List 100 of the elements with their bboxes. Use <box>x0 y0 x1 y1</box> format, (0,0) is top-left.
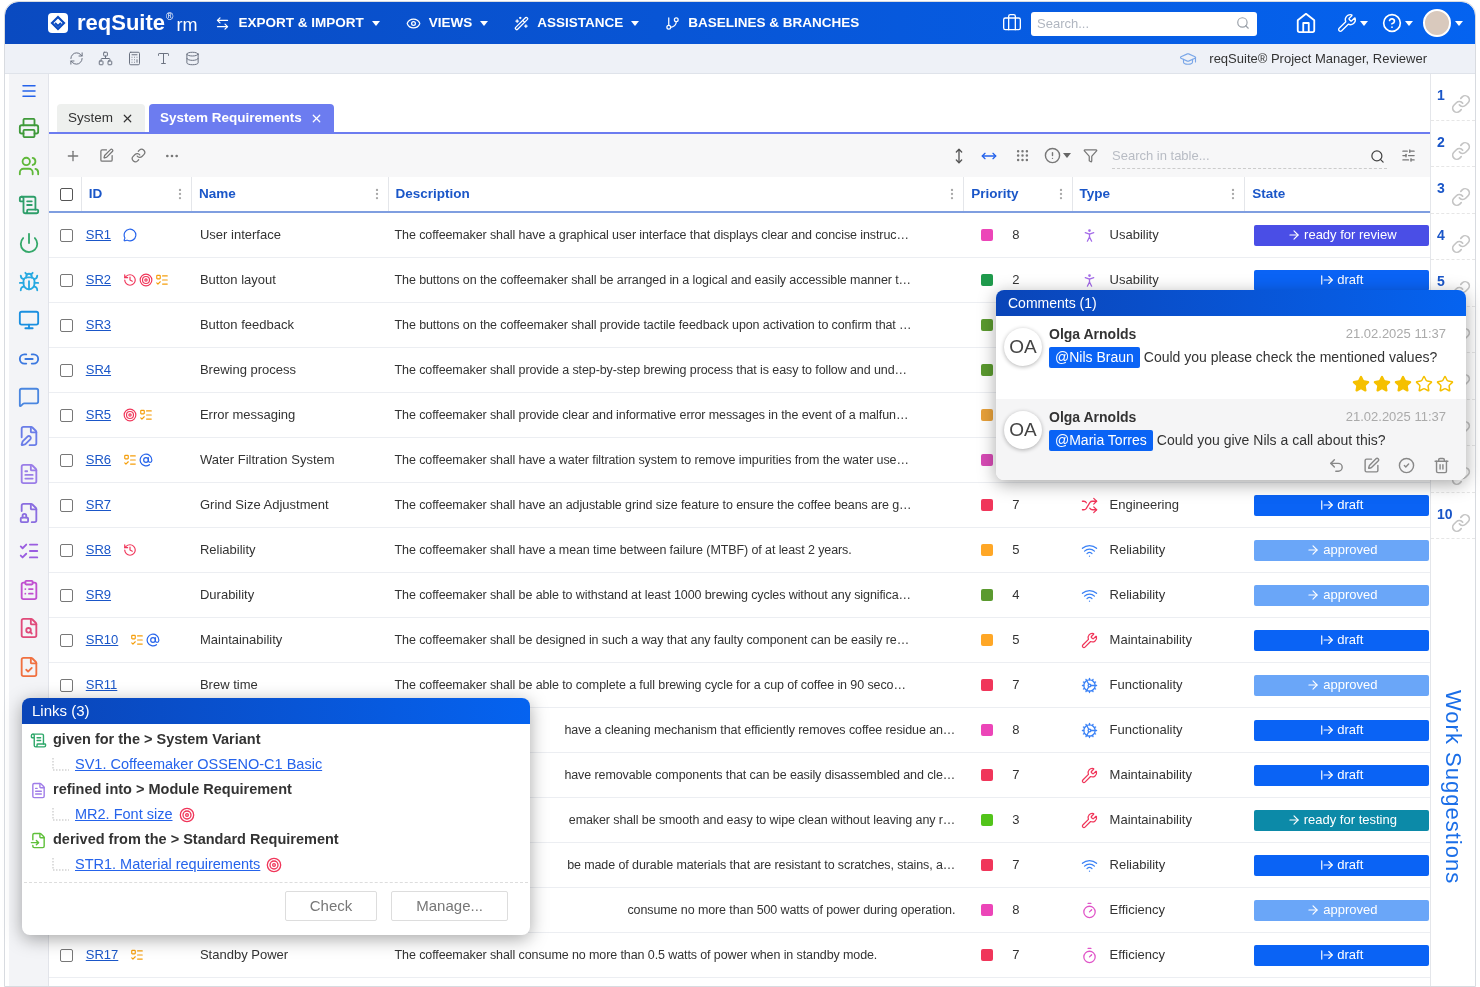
briefcase-icon[interactable] <box>1002 13 1022 33</box>
refresh-icon[interactable] <box>69 51 84 66</box>
resolve-icon[interactable] <box>1398 457 1415 474</box>
column-header[interactable]: Description <box>395 183 470 205</box>
link-count[interactable]: 1 <box>1437 88 1445 102</box>
checkbox[interactable] <box>60 408 74 422</box>
state-button[interactable]: draft <box>1254 719 1430 741</box>
checkbox[interactable] <box>60 498 74 512</box>
scroll-icon[interactable] <box>17 193 40 216</box>
task-list-icon[interactable] <box>130 948 145 962</box>
requirement-link[interactable]: SR11 <box>85 675 118 695</box>
nav-menu[interactable]: EXPORT & IMPORT <box>215 12 380 34</box>
link-count[interactable]: 4 <box>1437 227 1445 242</box>
state-button[interactable]: draft <box>1254 629 1430 651</box>
task-list-icon[interactable] <box>139 408 154 422</box>
star-icon[interactable] <box>1394 375 1412 393</box>
requirement-link[interactable]: SR2 <box>85 270 112 290</box>
dialog-button[interactable]: Manage... <box>391 891 508 921</box>
column-header[interactable]: Priority <box>971 183 1019 205</box>
state-button[interactable]: draft <box>1254 944 1430 966</box>
checkbox[interactable] <box>60 453 74 467</box>
bug-icon[interactable] <box>17 270 40 293</box>
checkbox[interactable] <box>60 678 74 692</box>
star-icon[interactable] <box>1415 375 1433 393</box>
requirement-link[interactable]: SR4 <box>85 360 112 380</box>
column-header[interactable]: Name <box>199 183 236 205</box>
checkbox[interactable] <box>60 273 74 287</box>
task-list-icon[interactable] <box>130 633 145 647</box>
link-count[interactable]: 3 <box>1437 181 1445 195</box>
star-icon[interactable] <box>1373 375 1391 393</box>
checkbox[interactable] <box>60 318 74 332</box>
linked-requirement[interactable]: MR2. Font size <box>75 804 173 826</box>
requirement-link[interactable]: SR7 <box>85 495 112 515</box>
checkbox[interactable] <box>60 588 74 602</box>
requirement-link[interactable]: SR1 <box>85 225 112 245</box>
target-icon[interactable] <box>123 408 138 422</box>
menu-icon[interactable] <box>19 82 38 100</box>
tab[interactable]: System Requirements <box>149 104 334 132</box>
state-button[interactable]: draft <box>1254 854 1430 876</box>
clear-filter-icon[interactable] <box>1083 148 1098 163</box>
requirement-link[interactable]: SR10 <box>85 630 119 650</box>
account-menu[interactable] <box>1423 9 1463 37</box>
reply-icon[interactable] <box>1328 457 1345 474</box>
help-menu[interactable] <box>1382 13 1413 33</box>
monitor-icon[interactable] <box>17 309 40 331</box>
star-icon[interactable] <box>1352 375 1370 393</box>
grid-dots-icon[interactable] <box>1015 148 1030 163</box>
dialog-button[interactable]: Check <box>284 891 378 921</box>
link-count[interactable]: 10 <box>1437 506 1453 521</box>
locked-document-icon[interactable] <box>17 501 40 524</box>
text-icon[interactable] <box>156 51 171 66</box>
requirement-link[interactable]: SR3 <box>85 315 112 335</box>
calculator-icon[interactable] <box>127 51 142 66</box>
link-icon[interactable] <box>131 148 146 163</box>
link-count[interactable]: 2 <box>1437 134 1445 149</box>
nav-menu[interactable]: ASSISTANCE <box>514 12 640 34</box>
checkbox[interactable] <box>60 363 74 377</box>
task-list-icon[interactable] <box>123 453 138 467</box>
people-icon[interactable] <box>17 155 40 177</box>
history-icon[interactable] <box>123 273 138 287</box>
home-icon[interactable] <box>1295 12 1317 34</box>
state-button[interactable]: ready for testing <box>1254 809 1430 831</box>
edit-icon[interactable] <box>1363 457 1380 474</box>
checkbox[interactable] <box>60 228 74 242</box>
column-header[interactable]: State <box>1252 183 1286 205</box>
nav-menu[interactable]: BASELINES & BRANCHES <box>665 12 860 34</box>
nav-menu[interactable]: VIEWS <box>405 12 489 34</box>
state-button[interactable]: ready for review <box>1254 224 1430 246</box>
task-list-icon[interactable] <box>155 273 170 287</box>
history-icon[interactable] <box>123 543 138 557</box>
column-header[interactable]: Type <box>1079 183 1111 205</box>
requirement-link[interactable]: SR5 <box>85 405 112 425</box>
checkbox[interactable] <box>60 948 74 962</box>
target-icon[interactable] <box>139 273 154 287</box>
power-icon[interactable] <box>17 232 40 254</box>
state-button[interactable]: draft <box>1254 764 1430 786</box>
requirement-link[interactable]: SR9 <box>85 585 112 605</box>
priority-filter[interactable] <box>1044 147 1071 164</box>
column-header[interactable]: ID <box>88 183 103 205</box>
linked-requirement[interactable]: STR1. Material requirements <box>75 854 261 876</box>
chat-icon[interactable] <box>17 386 40 408</box>
column-settings-icon[interactable] <box>1401 148 1416 163</box>
printer-icon[interactable] <box>17 116 40 139</box>
table-search-field[interactable]: Search in table... <box>1112 142 1387 169</box>
star-icon[interactable] <box>1436 375 1454 393</box>
delete-icon[interactable] <box>1433 457 1450 474</box>
checkbox[interactable] <box>60 543 74 557</box>
edit-icon[interactable] <box>99 148 114 163</box>
mention-icon[interactable] <box>146 633 161 647</box>
linked-requirement[interactable]: SV1. Coffeemaker OSSENO-C1 Basic <box>75 754 323 776</box>
mention-icon[interactable] <box>139 453 154 467</box>
checkbox[interactable] <box>60 633 74 647</box>
state-button[interactable]: draft <box>1254 494 1430 516</box>
requirement-link[interactable]: SR6 <box>85 450 112 470</box>
requirement-link[interactable]: SR17 <box>85 945 119 965</box>
tools-menu[interactable] <box>1337 13 1368 33</box>
link-count[interactable]: 5 <box>1437 274 1445 288</box>
state-button[interactable]: draft <box>1254 269 1430 291</box>
work-suggestions-tab[interactable]: Work Suggestions <box>1436 690 1470 885</box>
search-field[interactable]: Search... <box>1031 11 1257 36</box>
